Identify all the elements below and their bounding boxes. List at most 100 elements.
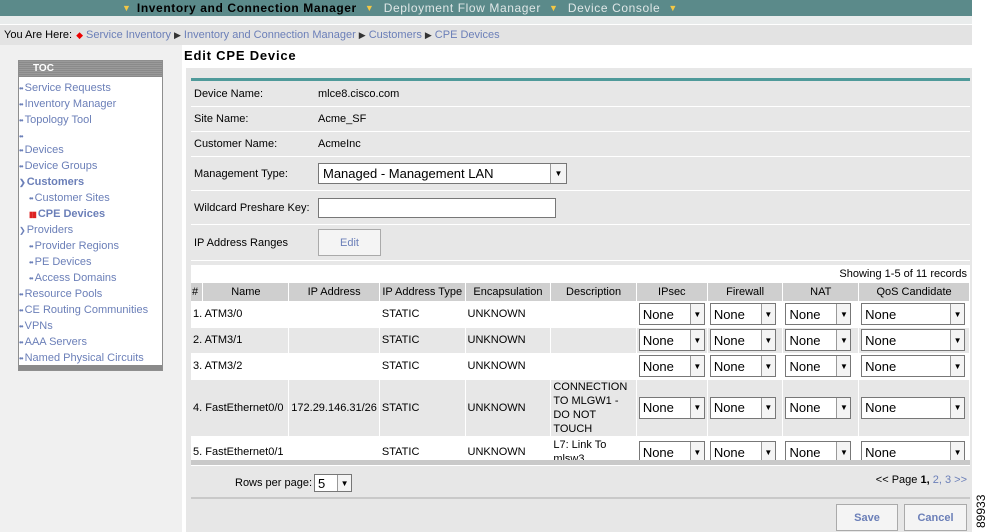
col-ip-address: IP Address [288,283,380,301]
toc-item-customer-sites[interactable]: •• Customer Sites [19,190,162,206]
firewall-select[interactable]: None ▼ [709,355,776,377]
ipsec-select[interactable]: None ▼ [638,396,705,419]
row-ip-ranges: IP Address Ranges Edit [191,225,970,261]
nat-select[interactable]: None ▼ [785,303,852,325]
current-page: 1, [920,474,930,486]
records-count: Showing 1-5 of 11 records [191,265,970,283]
row-description: CONNECTION TO MLGW1 - DO NOT TOUCH [550,378,637,436]
nav-label: Inventory and Connection Manager [136,1,357,15]
dropdown-arrow-icon: ▼ [950,397,965,418]
qos-select[interactable]: None ▼ [861,355,966,377]
toc-item-named-physical-circuits[interactable]: •• Named Physical Circuits [19,350,162,366]
toc-item-cpe-devices[interactable]: ▮▮ CPE Devices [19,206,162,222]
dropdown-arrow-icon: ▼ [836,330,851,350]
site-name-value: Acme_SF [318,113,367,125]
toc-item-access-domains[interactable]: •• Access Domains [19,270,162,286]
toc-title: TOC [19,61,162,77]
toc-item-providers[interactable]: ❯ Providers [19,222,162,238]
management-type-select[interactable]: Managed - Management LAN ▼ [318,163,567,184]
page-navigation: << Page 1, 2, 3 >> [876,474,967,486]
breadcrumb: You Are Here: ◆ Service Inventory ▶ Inve… [0,25,972,45]
table-header: # Name IP Address IP Address Type Encaps… [191,283,970,301]
breadcrumb-service-inventory[interactable]: Service Inventory [86,29,171,41]
toc-footer [19,365,162,370]
bullet-icon: •• [19,162,24,171]
row-encap: UNKNOWN [465,352,552,379]
toc-item-service-requests[interactable]: •• Service Requests [19,80,162,96]
row-ip [288,300,380,327]
col-name: Name [202,283,290,301]
toc-item-topology-tool[interactable]: •• Topology Tool [19,112,162,128]
col-number: # [191,283,204,301]
diamond-icon: ◆ [76,29,84,40]
cancel-button[interactable]: Cancel [904,504,967,531]
bullet-icon: •• [29,194,34,203]
toc-item-vpns[interactable]: •• VPNs [19,318,162,334]
toc-item-inventory-manager[interactable]: •• Inventory Manager [19,96,162,112]
page-label: Page [891,474,918,486]
page-2-link[interactable]: 2, [933,474,942,486]
table-row: 1. ATM3/0 STATIC UNKNOWN None ▼ None ▼ Non… [191,300,970,327]
management-type-value: Managed - Management LAN [323,166,494,181]
nat-select[interactable]: None ▼ [785,355,852,377]
row-name[interactable]: 1. ATM3/0 [191,300,290,327]
breadcrumb-cpe-devices[interactable]: CPE Devices [435,29,500,41]
rows-per-page-value: 5 [318,475,326,491]
dropdown-arrow-icon: ▼ [950,356,965,376]
row-description [550,352,637,379]
breadcrumb-inventory-connection-manager[interactable]: Inventory and Connection Manager [184,29,356,41]
save-button[interactable]: Save [836,504,898,531]
firewall-select[interactable]: None ▼ [709,303,776,325]
dropdown-arrow-icon: ▼ [689,397,704,418]
device-name-label: Device Name: [194,88,264,100]
toc-item-aaa-servers[interactable]: •• AAA Servers [19,334,162,350]
col-ip-address-type: IP Address Type [379,283,466,301]
firewall-select[interactable]: None ▼ [709,396,776,419]
row-ip: 172.29.146.31/26 [288,378,380,436]
wildcard-label: Wildcard Preshare Key: [194,201,310,214]
toc-item-pe-devices[interactable]: •• PE Devices [19,254,162,270]
ipsec-select[interactable]: None ▼ [638,303,705,325]
toc-item-resource-pools[interactable]: •• Resource Pools [19,286,162,302]
ipsec-select[interactable]: None ▼ [638,355,705,377]
col-nat: NAT [782,283,860,301]
ipsec-select[interactable]: None ▼ [638,329,705,351]
dropdown-arrow-icon: ▼ [337,475,352,491]
nat-select[interactable]: None ▼ [785,396,852,419]
nav-inventory-connection-manager[interactable]: ▼ Inventory and Connection Manager ▼ [122,1,374,15]
bullet-icon: •• [19,84,24,93]
qos-select[interactable]: None ▼ [861,396,966,419]
dropdown-arrow-icon: ▼ [836,356,851,376]
breadcrumb-customers[interactable]: Customers [369,29,422,41]
nat-select[interactable]: None ▼ [785,329,852,351]
toc-item-customers[interactable]: ❯ Customers [19,174,162,190]
nav-label: Device Console [567,1,661,15]
col-firewall: Firewall [707,283,784,301]
nav-device-console[interactable]: Device Console ▼ [568,1,677,15]
qos-select[interactable]: None ▼ [861,329,966,351]
qos-select[interactable]: None ▼ [861,303,966,325]
row-name[interactable]: 2. ATM3/1 [191,326,290,353]
next-page-link[interactable]: >> [954,474,967,486]
col-encapsulation: Encapsulation [465,283,552,301]
wildcard-preshare-key-input[interactable] [318,197,556,218]
interfaces-table: # Name IP Address IP Address Type Encaps… [191,283,970,468]
row-encap: UNKNOWN [465,326,552,353]
prev-page-link[interactable]: << [876,474,889,486]
nav-label: Deployment Flow Manager [383,1,541,15]
bullet-icon: •• [19,322,24,331]
toc-item-devices[interactable]: •• Devices [19,142,162,158]
page-3-link[interactable]: 3 [945,474,951,486]
rows-per-page-label: Rows per page: [235,477,313,489]
toc-item-provider-regions[interactable]: •• Provider Regions [19,238,162,254]
row-name[interactable]: 3. ATM3/2 [191,352,290,379]
arrow-right-icon: ▶ [424,29,432,40]
firewall-select[interactable]: None ▼ [709,329,776,351]
rows-per-page-select[interactable]: 5 ▼ [314,474,353,492]
toc-item-ce-routing-communities[interactable]: •• CE Routing Communities [19,302,162,318]
toc-item-device-groups[interactable]: •• Device Groups [19,158,162,174]
nav-deployment-flow-manager[interactable]: Deployment Flow Manager ▼ [384,1,558,15]
edit-ip-ranges-button[interactable]: Edit [318,229,381,256]
row-name[interactable]: 4. FastEthernet0/0 [191,378,290,436]
dropdown-arrow-icon: ▼ [760,356,775,376]
